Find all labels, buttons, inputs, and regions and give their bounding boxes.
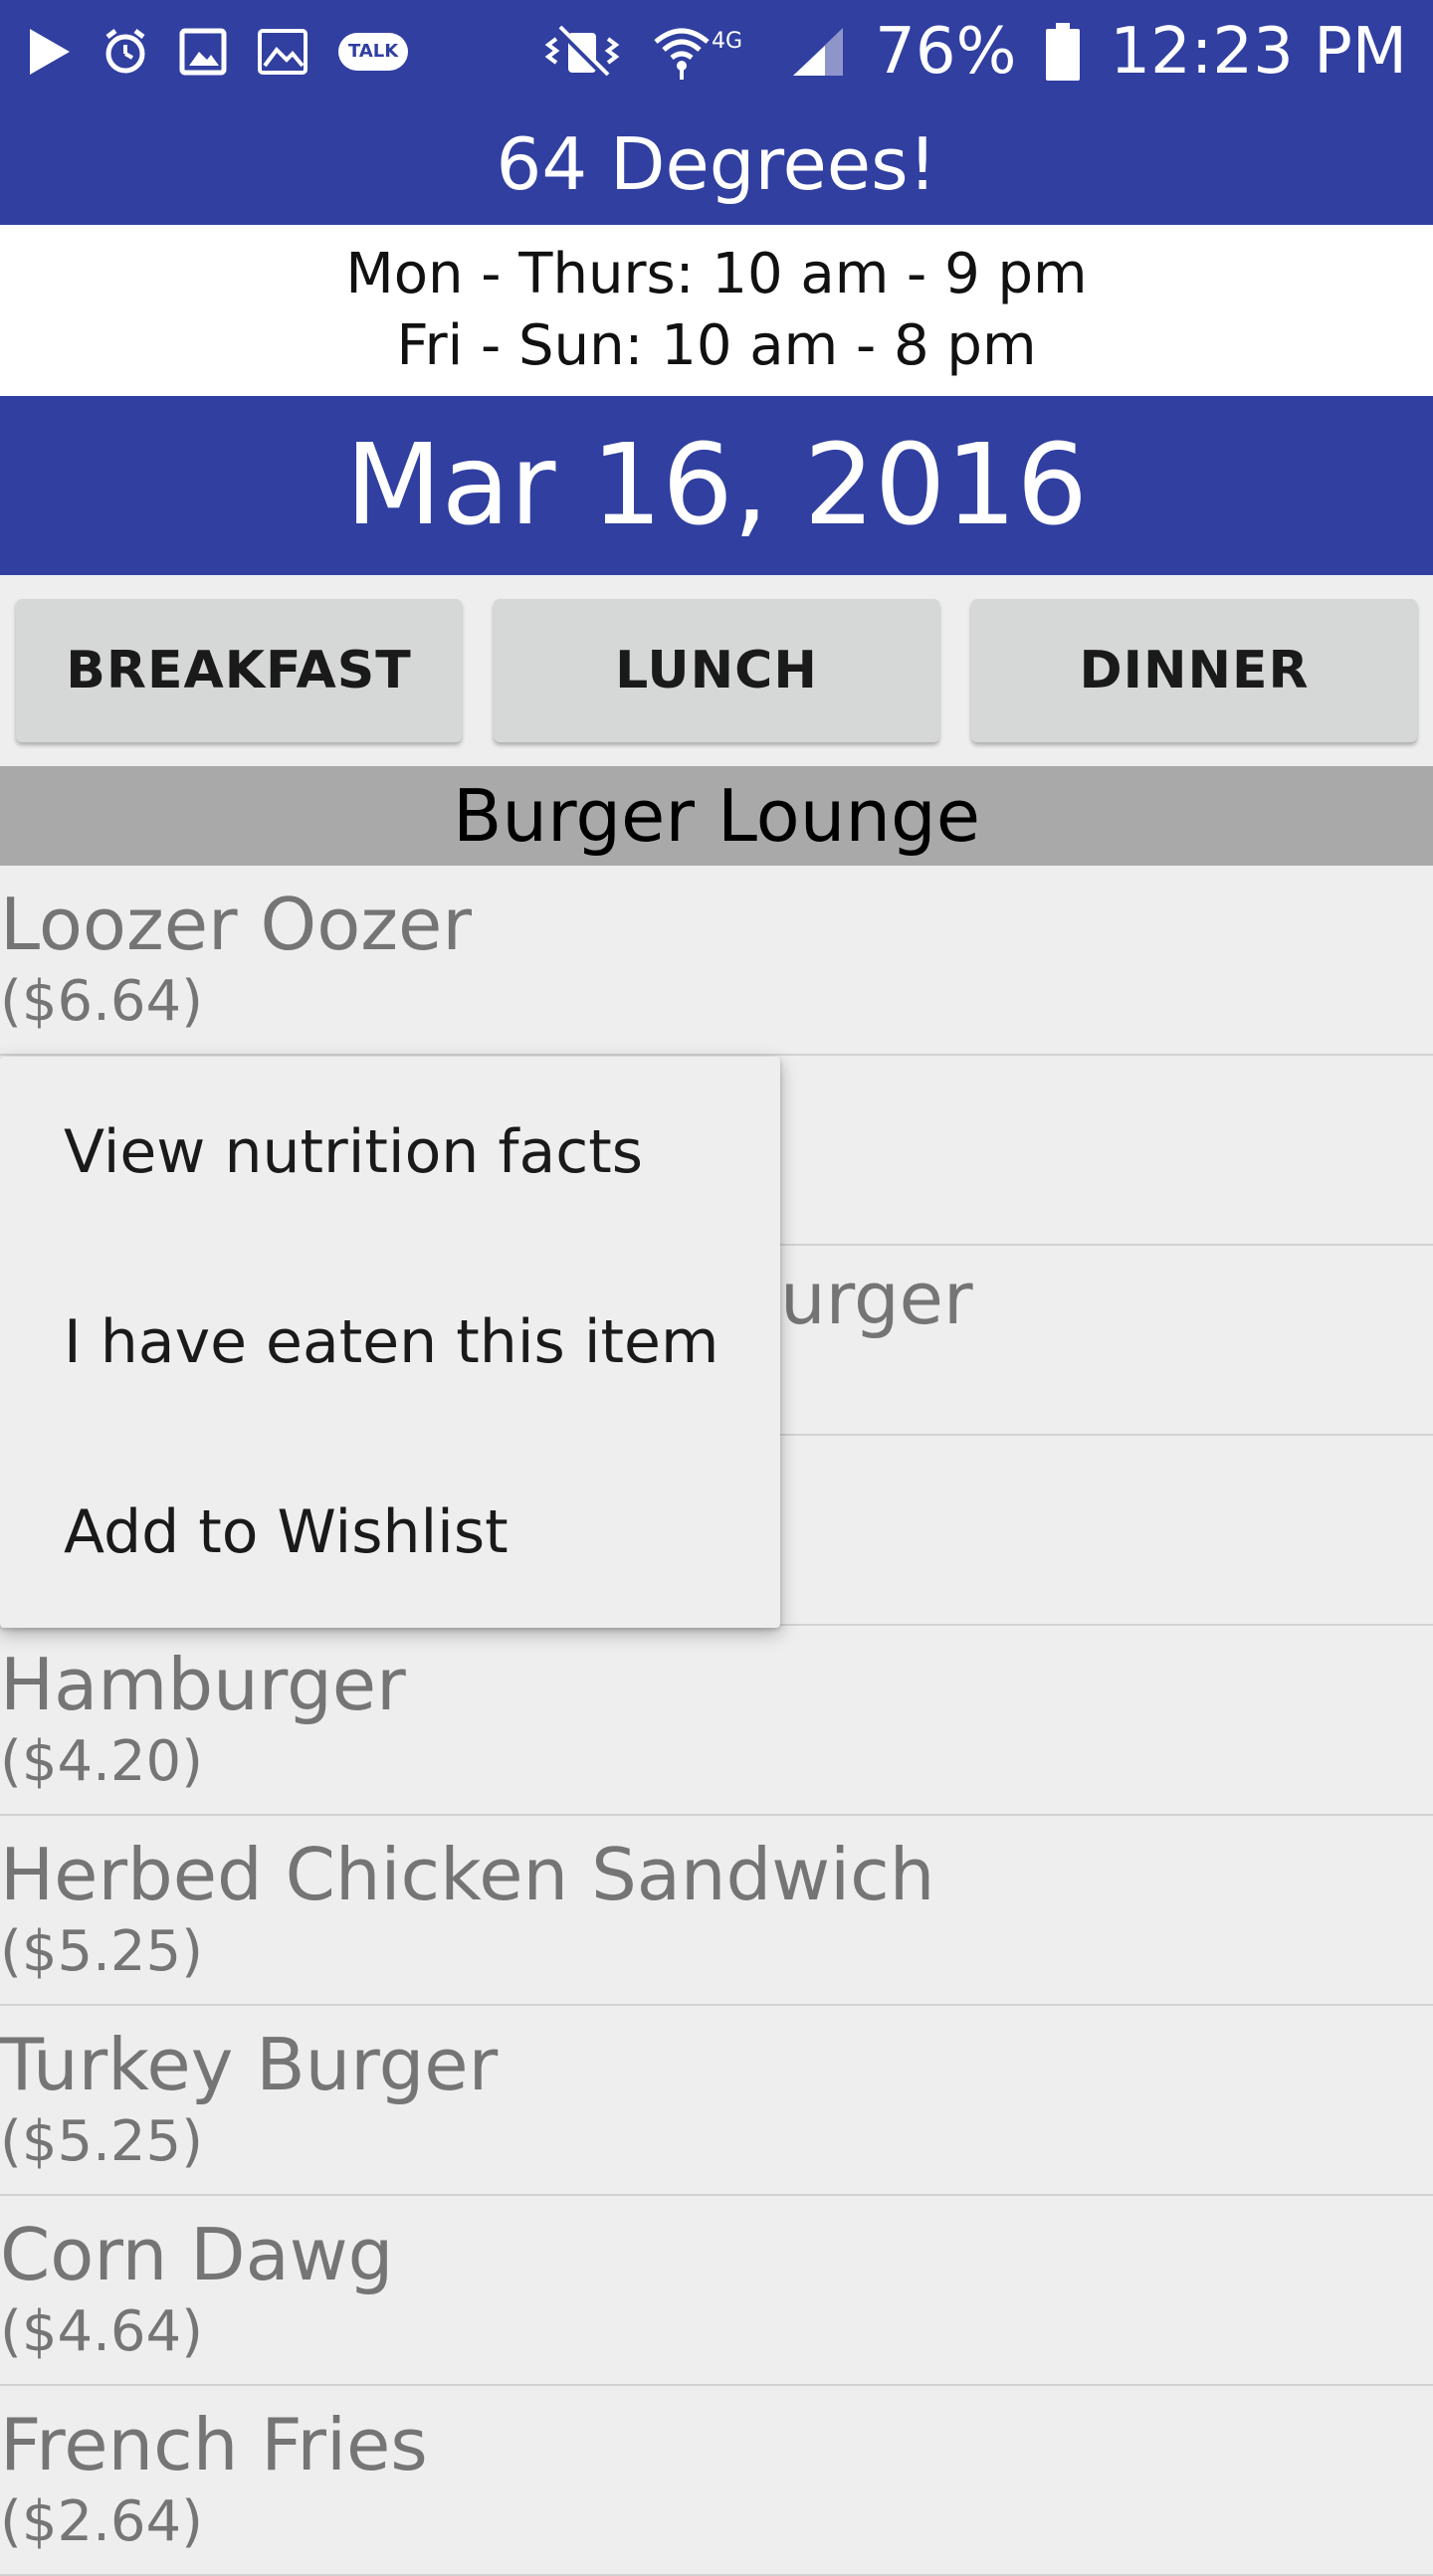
image-icon bbox=[179, 22, 227, 82]
battery-icon bbox=[1046, 22, 1081, 82]
alarm-icon bbox=[102, 22, 149, 82]
list-item[interactable]: Hamburger ($4.20) bbox=[0, 1626, 1433, 1816]
wifi-icon: 4G bbox=[652, 22, 761, 82]
breakfast-button[interactable]: BREAKFAST bbox=[16, 599, 462, 742]
lunch-button[interactable]: LUNCH bbox=[494, 599, 939, 742]
status-time: 12:23 PM bbox=[1110, 15, 1407, 89]
item-name: Herbed Chicken Sandwich bbox=[0, 1833, 935, 1916]
view-nutrition-facts-option[interactable]: View nutrition facts bbox=[0, 1057, 780, 1247]
eaten-item-option[interactable]: I have eaten this item bbox=[0, 1247, 780, 1437]
mute-icon bbox=[544, 22, 622, 82]
item-name: Turkey Burger bbox=[0, 2023, 499, 2106]
hours-weekend: Fri - Sun: 10 am - 8 pm bbox=[396, 313, 1037, 378]
hours-block: Mon - Thurs: 10 am - 9 pm Fri - Sun: 10 … bbox=[0, 225, 1433, 396]
battery-percent: 76% bbox=[875, 15, 1017, 89]
status-right: 4G 76% 12:23 PM bbox=[544, 20, 1407, 84]
signal-icon bbox=[791, 22, 845, 82]
item-name: Hamburger bbox=[0, 1643, 406, 1726]
item-name: Loozer Oozer bbox=[0, 883, 472, 966]
list-item[interactable]: Corn Dawg ($4.64) bbox=[0, 2196, 1433, 2386]
gallery-icon bbox=[257, 22, 308, 82]
item-price: ($6.64) bbox=[0, 969, 204, 1034]
item-name: Corn Dawg bbox=[0, 2213, 394, 2296]
status-bar: TALK 4G 76% 12:23 PM bbox=[0, 0, 1433, 103]
list-item[interactable]: Loozer Oozer ($6.64) bbox=[0, 866, 1433, 1056]
app-title: 64 Degrees! bbox=[0, 103, 1433, 225]
item-name: French Fries bbox=[0, 2403, 428, 2486]
talk-icon: TALK bbox=[338, 22, 409, 82]
list-item[interactable]: Herbed Chicken Sandwich ($5.25) bbox=[0, 1816, 1433, 2006]
item-price: ($4.20) bbox=[0, 1729, 204, 1794]
item-price: ($5.25) bbox=[0, 1919, 204, 1984]
item-price: ($5.25) bbox=[0, 2109, 204, 2174]
item-name-visible: urger bbox=[780, 1257, 973, 1340]
play-icon bbox=[26, 22, 72, 82]
add-to-wishlist-option[interactable]: Add to Wishlist bbox=[0, 1437, 780, 1627]
section-header: Burger Lounge bbox=[0, 766, 1433, 866]
context-menu: View nutrition facts I have eaten this i… bbox=[0, 1057, 780, 1628]
talk-badge: TALK bbox=[338, 33, 409, 71]
network-type: 4G bbox=[712, 29, 742, 54]
list-item[interactable]: French Fries ($2.64) bbox=[0, 2386, 1433, 2576]
list-item[interactable]: Turkey Burger ($5.25) bbox=[0, 2006, 1433, 2196]
hours-weekday: Mon - Thurs: 10 am - 9 pm bbox=[345, 242, 1088, 306]
dinner-button[interactable]: DINNER bbox=[971, 599, 1417, 742]
date-banner[interactable]: Mar 16, 2016 bbox=[0, 396, 1433, 575]
meal-tabs: BREAKFAST LUNCH DINNER bbox=[0, 575, 1433, 766]
item-price: ($4.64) bbox=[0, 2299, 204, 2364]
status-left: TALK bbox=[26, 22, 409, 82]
